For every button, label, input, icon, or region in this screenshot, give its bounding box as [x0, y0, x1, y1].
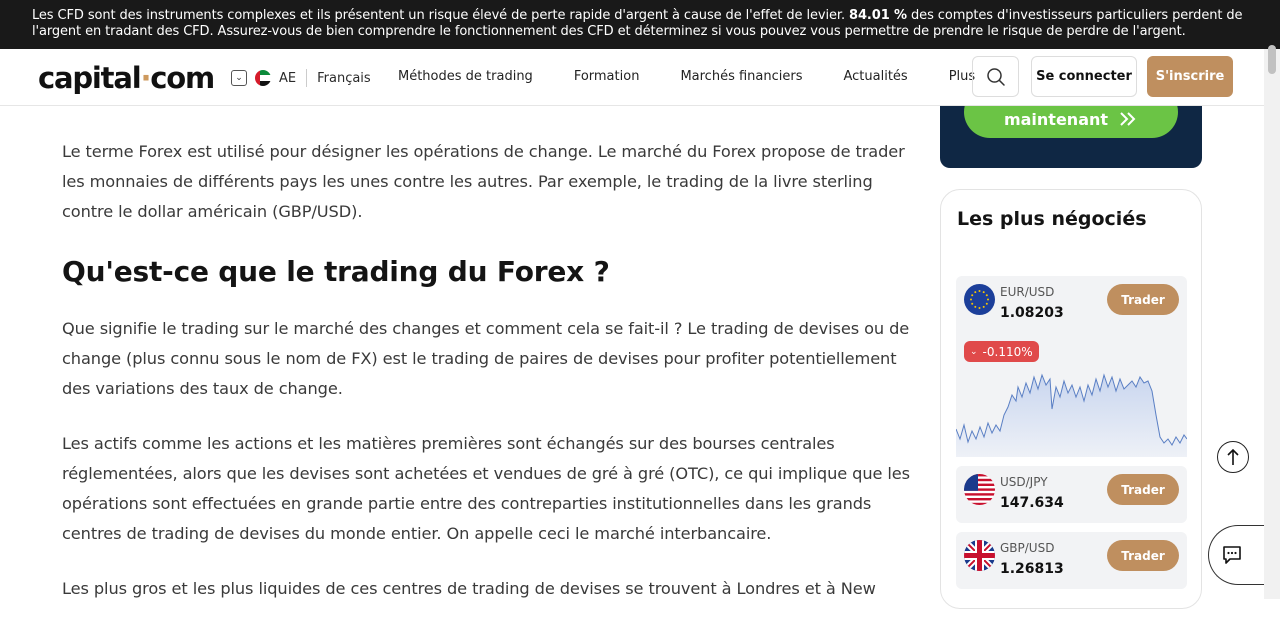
instrument-symbol: GBP/USD: [1000, 541, 1055, 555]
instrument-price: 1.08203: [1000, 305, 1064, 321]
region-language-selector[interactable]: ⌄ AE Français: [231, 69, 371, 87]
price-change-value: -0.110%: [982, 344, 1033, 359]
instrument-price: 147.634: [1000, 495, 1064, 511]
navbar: capital·com ⌄ AE Français Méthodes de tr…: [0, 49, 1264, 106]
uk-flag-icon: [964, 540, 995, 571]
most-traded-widget: Les plus négociés EUR/USD 1.08203 Trader…: [940, 189, 1202, 609]
arrow-up-icon: [1227, 448, 1239, 465]
eu-flag-icon: [964, 284, 995, 315]
nav-item-education[interactable]: Formation: [574, 69, 640, 84]
nav-item-markets[interactable]: Marchés financiers: [680, 69, 802, 84]
risk-warning-banner: Les CFD sont des instruments complexes e…: [0, 0, 1280, 49]
region-separator: [306, 69, 308, 87]
price-change-badge: ⌄ -0.110%: [964, 341, 1039, 362]
uae-flag-icon: [255, 70, 271, 86]
instrument-symbol: USD/JPY: [1000, 475, 1048, 489]
scrollbar-thumb[interactable]: [1268, 45, 1276, 74]
instrument-price: 1.26813: [1000, 561, 1064, 577]
article-heading: Qu'est-ce que le trading du Forex ?: [62, 255, 610, 288]
trade-button[interactable]: Trader: [1107, 540, 1179, 571]
risk-text-before: Les CFD sont des instruments complexes e…: [32, 8, 850, 23]
article-paragraph-3: Les plus gros et les plus liquides de ce…: [62, 579, 876, 598]
us-flag-icon: [964, 474, 995, 505]
article-intro-paragraph: Le terme Forex est utilisé pour désigner…: [62, 142, 905, 221]
promo-banner: maintenant: [940, 106, 1202, 168]
article-paragraph-2: Les actifs comme les actions et les mati…: [62, 434, 910, 543]
chat-button[interactable]: [1208, 525, 1268, 585]
instrument-card-eurusd[interactable]: EUR/USD 1.08203 Trader ⌄ -0.110%: [956, 276, 1187, 457]
article-paragraph-1: Que signifie le trading sur le marché de…: [62, 319, 910, 398]
double-chevron-right-icon: [1120, 112, 1136, 126]
nav-item-news[interactable]: Actualités: [843, 69, 907, 84]
promo-cta-label: maintenant: [1003, 110, 1109, 129]
search-button[interactable]: [972, 56, 1019, 97]
region-code: AE: [279, 70, 297, 86]
logo[interactable]: capital·com: [38, 61, 215, 95]
scroll-to-top-button[interactable]: [1217, 441, 1249, 473]
logo-dot: ·: [140, 61, 151, 95]
nav-item-trading-methods[interactable]: Méthodes de trading: [398, 69, 533, 84]
login-button[interactable]: Se connecter: [1031, 56, 1137, 97]
trade-button[interactable]: Trader: [1107, 474, 1179, 505]
instrument-card-gbpusd[interactable]: GBP/USD 1.26813 Trader: [956, 532, 1187, 589]
language-label[interactable]: Français: [317, 71, 371, 86]
page-scrollbar[interactable]: [1264, 45, 1280, 599]
logo-text-com: com: [150, 61, 215, 95]
instrument-symbol: EUR/USD: [1000, 285, 1055, 299]
most-traded-title: Les plus négociés: [957, 208, 1147, 230]
risk-percent: 84.01 %: [849, 8, 907, 23]
search-icon: [986, 67, 1005, 86]
logo-text-capital: capital: [38, 61, 142, 95]
chevron-down-icon: ⌄: [970, 346, 978, 357]
instrument-card-usdjpy[interactable]: USD/JPY 147.634 Trader: [956, 466, 1187, 523]
chat-icon: [1222, 546, 1241, 564]
signup-button[interactable]: S'inscrire: [1147, 56, 1233, 97]
article-body: Le terme Forex est utilisé pour désigner…: [62, 106, 910, 629]
price-sparkline: [956, 373, 1187, 457]
chevron-down-icon[interactable]: ⌄: [231, 70, 247, 86]
main-nav: Méthodes de trading Formation Marchés fi…: [398, 69, 1016, 84]
trade-button[interactable]: Trader: [1107, 284, 1179, 315]
promo-cta-button[interactable]: maintenant: [964, 106, 1178, 138]
